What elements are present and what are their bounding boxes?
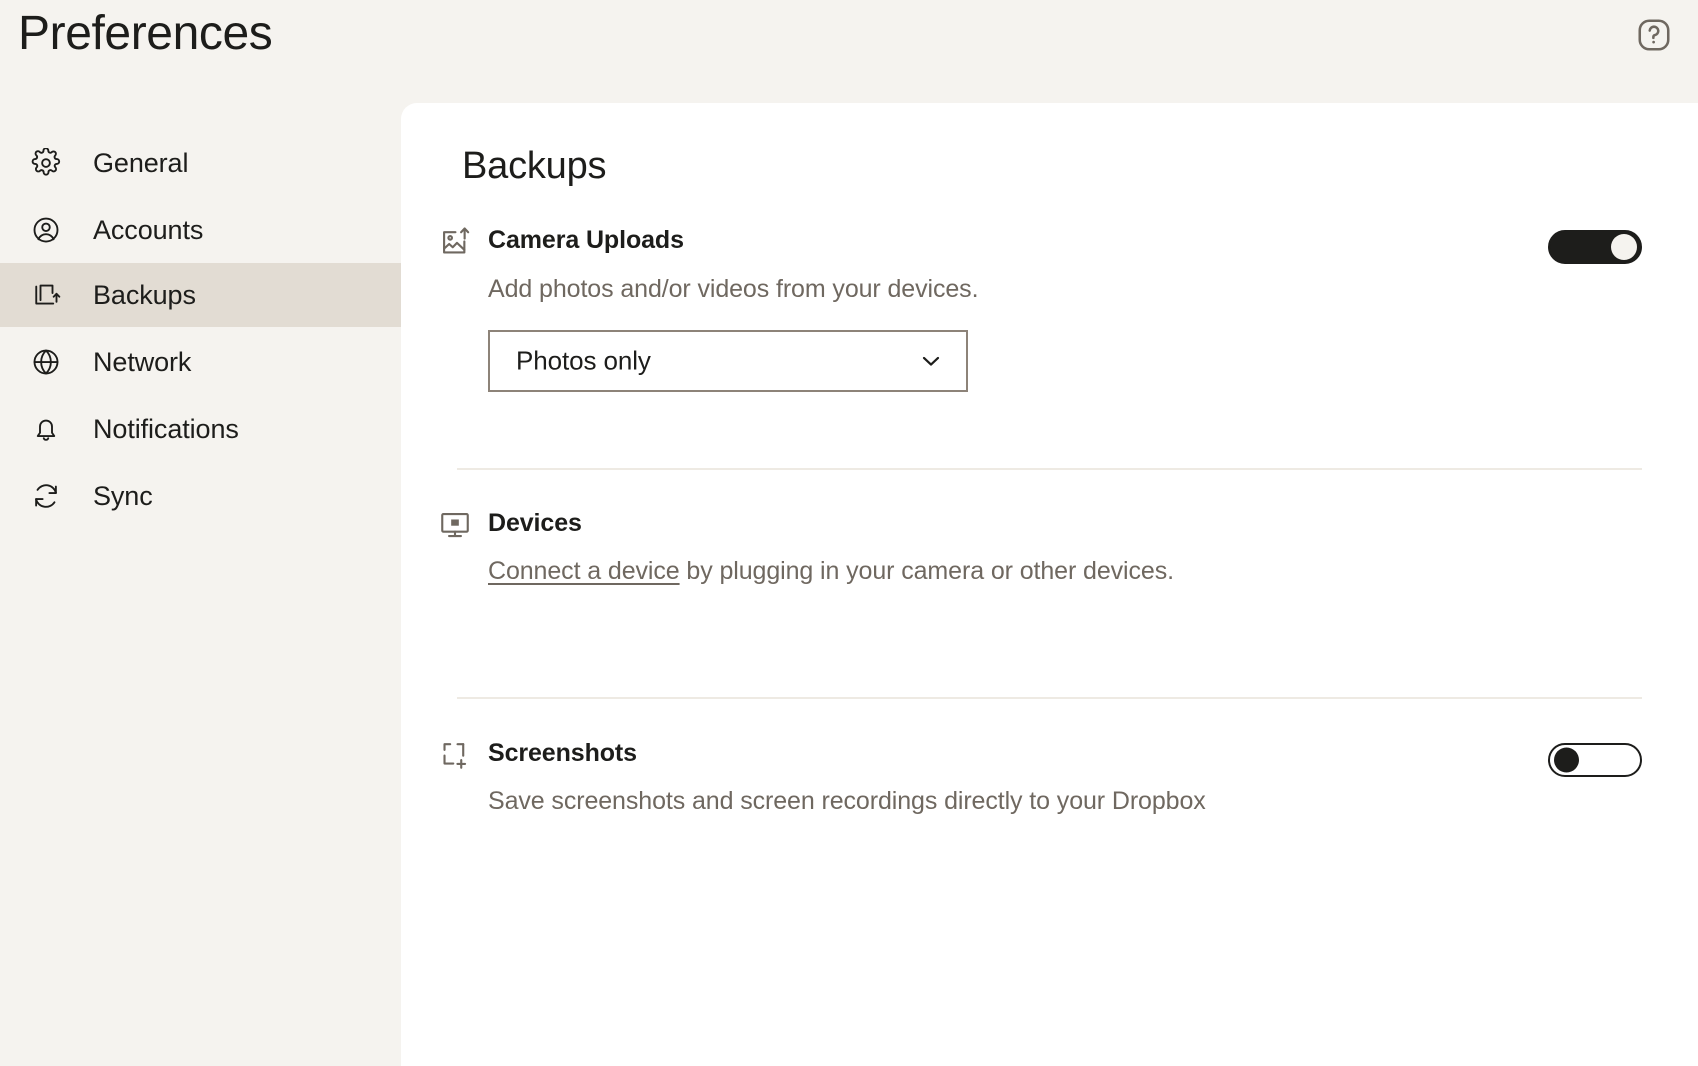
sidebar-item-label: Notifications <box>93 413 239 444</box>
sidebar-item-label: Network <box>93 346 192 377</box>
sidebar-item-accounts[interactable]: Accounts <box>0 198 401 262</box>
sidebar-item-sync[interactable]: Sync <box>0 464 401 528</box>
sidebar-item-general[interactable]: General <box>0 131 401 195</box>
section-description: Connect a device by plugging in your cam… <box>488 557 1174 586</box>
screenshot-add-icon <box>437 737 473 773</box>
sidebar-item-label: General <box>93 147 189 178</box>
connect-a-device-link[interactable]: Connect a device <box>488 557 680 585</box>
help-button[interactable] <box>1632 15 1676 59</box>
sidebar-item-label: Backups <box>93 279 196 310</box>
select-value: Photos only <box>516 345 651 376</box>
gear-icon <box>30 147 62 179</box>
monitor-icon <box>437 507 473 543</box>
sync-refresh-icon <box>30 480 62 512</box>
section-title: Camera Uploads <box>488 226 684 254</box>
sidebar-item-label: Sync <box>93 480 153 511</box>
camera-uploads-select[interactable]: Photos only <box>488 330 968 392</box>
divider <box>457 697 1642 699</box>
divider <box>457 468 1642 470</box>
sidebar-item-label: Accounts <box>93 214 204 245</box>
backup-export-icon <box>30 279 62 311</box>
sidebar-item-backups[interactable]: Backups <box>0 263 401 327</box>
page-title: Preferences <box>18 7 273 60</box>
sidebar: General Accounts Backups Network Notific… <box>0 103 401 1066</box>
section-title: Devices <box>488 509 582 537</box>
bell-icon <box>30 413 62 445</box>
help-circle-icon <box>1635 16 1673 59</box>
panel-title: Backups <box>462 145 607 187</box>
chevron-down-icon <box>918 348 944 374</box>
sidebar-item-network[interactable]: Network <box>0 330 401 394</box>
settings-panel: Backups Camera Uploads Add photos and/or… <box>401 103 1698 1066</box>
toggle-knob <box>1554 747 1579 773</box>
section-description-rest: by plugging in your camera or other devi… <box>679 557 1174 585</box>
section-description: Add photos and/or videos from your devic… <box>488 275 979 303</box>
camera-uploads-toggle[interactable] <box>1548 230 1642 264</box>
image-upload-icon <box>437 224 473 260</box>
user-circle-icon <box>30 214 62 246</box>
section-description: Save screenshots and screen recordings d… <box>488 787 1206 815</box>
globe-icon <box>30 346 62 378</box>
toggle-knob <box>1611 234 1637 260</box>
titlebar: Preferences <box>0 0 1698 103</box>
sidebar-item-notifications[interactable]: Notifications <box>0 397 401 461</box>
section-title: Screenshots <box>488 739 637 767</box>
screenshots-toggle[interactable] <box>1548 743 1642 777</box>
